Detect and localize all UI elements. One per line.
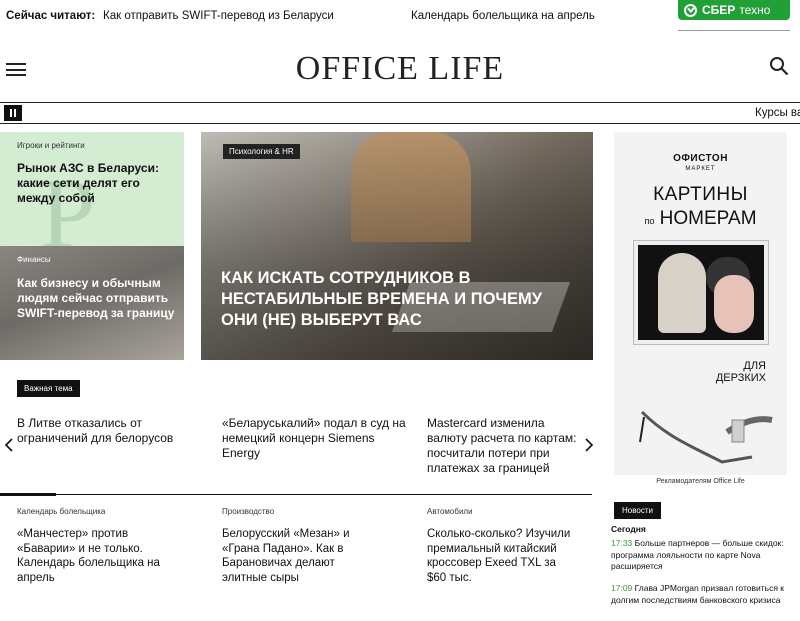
- card-category: Финансы: [17, 255, 51, 264]
- article-card-gas-stations[interactable]: P Игроки и рейтинги Рынок АЗС в Беларуси…: [0, 132, 184, 246]
- divider: [678, 30, 790, 31]
- ticker-text[interactable]: Курсы ва: [755, 107, 800, 119]
- hero-article[interactable]: Психология & HR Как искать сотрудников в…: [201, 132, 593, 360]
- ad-headline-2: по НОМЕРАМ: [644, 208, 757, 229]
- chevron-left-icon[interactable]: [4, 438, 14, 452]
- news-text: Глава JPMorgan призвал готовиться к долг…: [611, 583, 785, 605]
- news-item[interactable]: 17:33 Больше партнеров — больше скидок: …: [611, 538, 791, 573]
- ad-brand: ОФИСТОН: [673, 153, 728, 164]
- now-reading-label: Сейчас читают:: [6, 10, 96, 22]
- article-title[interactable]: «Манчестер» против «Баварии» и не только…: [17, 527, 167, 585]
- hero-tag[interactable]: Психология & HR: [223, 144, 300, 159]
- ad-headline-1: КАРТИНЫ: [653, 184, 748, 205]
- article-title[interactable]: Белорусский «Мезан» и «Грана Падано». Ка…: [222, 527, 357, 585]
- card-title[interactable]: Как бизнесу и обычным людям сейчас отпра…: [17, 276, 182, 321]
- article-category[interactable]: Календарь болельщика: [17, 507, 167, 516]
- pause-icon[interactable]: [4, 105, 22, 121]
- sber-sub: техно: [739, 3, 771, 17]
- hero-title[interactable]: Как искать сотрудников в нестабильные вр…: [221, 268, 566, 331]
- news-tag[interactable]: Новости: [614, 502, 661, 519]
- news-item[interactable]: 17:09 Глава JPMorgan призвал готовиться …: [611, 583, 791, 606]
- article-card-swift[interactable]: Финансы Как бизнесу и обычным людям сейч…: [0, 246, 184, 360]
- divider: [0, 494, 592, 495]
- ad-brand-sub: МАРКЕТ: [685, 166, 716, 172]
- important-topic-tag: Важная тема: [17, 380, 80, 397]
- news-text: Больше партнеров — больше скидок: програ…: [611, 538, 784, 571]
- article-category[interactable]: Производство: [222, 507, 357, 516]
- important-item[interactable]: В Литве отказались от ограничений для бе…: [17, 416, 197, 446]
- ad-painting-image: [633, 240, 769, 345]
- news-time: 17:33: [611, 538, 633, 548]
- ad-legs-image: [639, 410, 773, 464]
- carousel-progress: [0, 493, 56, 496]
- news-day-label: Сегодня: [611, 524, 646, 534]
- now-reading-link-1[interactable]: Как отправить SWIFT-перевод из Беларуси: [103, 10, 334, 22]
- important-item[interactable]: «Беларуськалий» подал в суд на немецкий …: [222, 416, 407, 461]
- ad-banner[interactable]: ОФИСТОН МАРКЕТ КАРТИНЫ по НОМЕРАМ ДЛЯ ДЕР…: [614, 132, 787, 475]
- card-title[interactable]: Рынок АЗС в Беларуси: какие сети делят е…: [17, 161, 177, 206]
- important-item[interactable]: Mastercard изменила валюту расчета по ка…: [427, 416, 587, 476]
- sber-logo-icon: [684, 3, 697, 17]
- news-time: 17:09: [611, 583, 633, 593]
- site-logo[interactable]: OFFICE LIFE: [0, 50, 800, 88]
- top-bar: Сейчас читают: Как отправить SWIFT-перев…: [0, 0, 800, 34]
- search-icon[interactable]: [769, 56, 789, 76]
- sber-brand: СБЕР: [702, 3, 736, 17]
- card-category: Игроки и рейтинги: [17, 141, 85, 150]
- article-category[interactable]: Автомобили: [427, 507, 577, 516]
- now-reading-link-2[interactable]: Календарь болельщика на апрель: [411, 10, 595, 22]
- ad-caption[interactable]: Рекламодателям Office Life: [614, 478, 787, 485]
- sber-banner[interactable]: СБЕР техно: [678, 0, 790, 20]
- ticker-bar: Курсы ва: [0, 102, 800, 124]
- article-title[interactable]: Сколько-сколько? Изучили премиальный кит…: [427, 527, 577, 585]
